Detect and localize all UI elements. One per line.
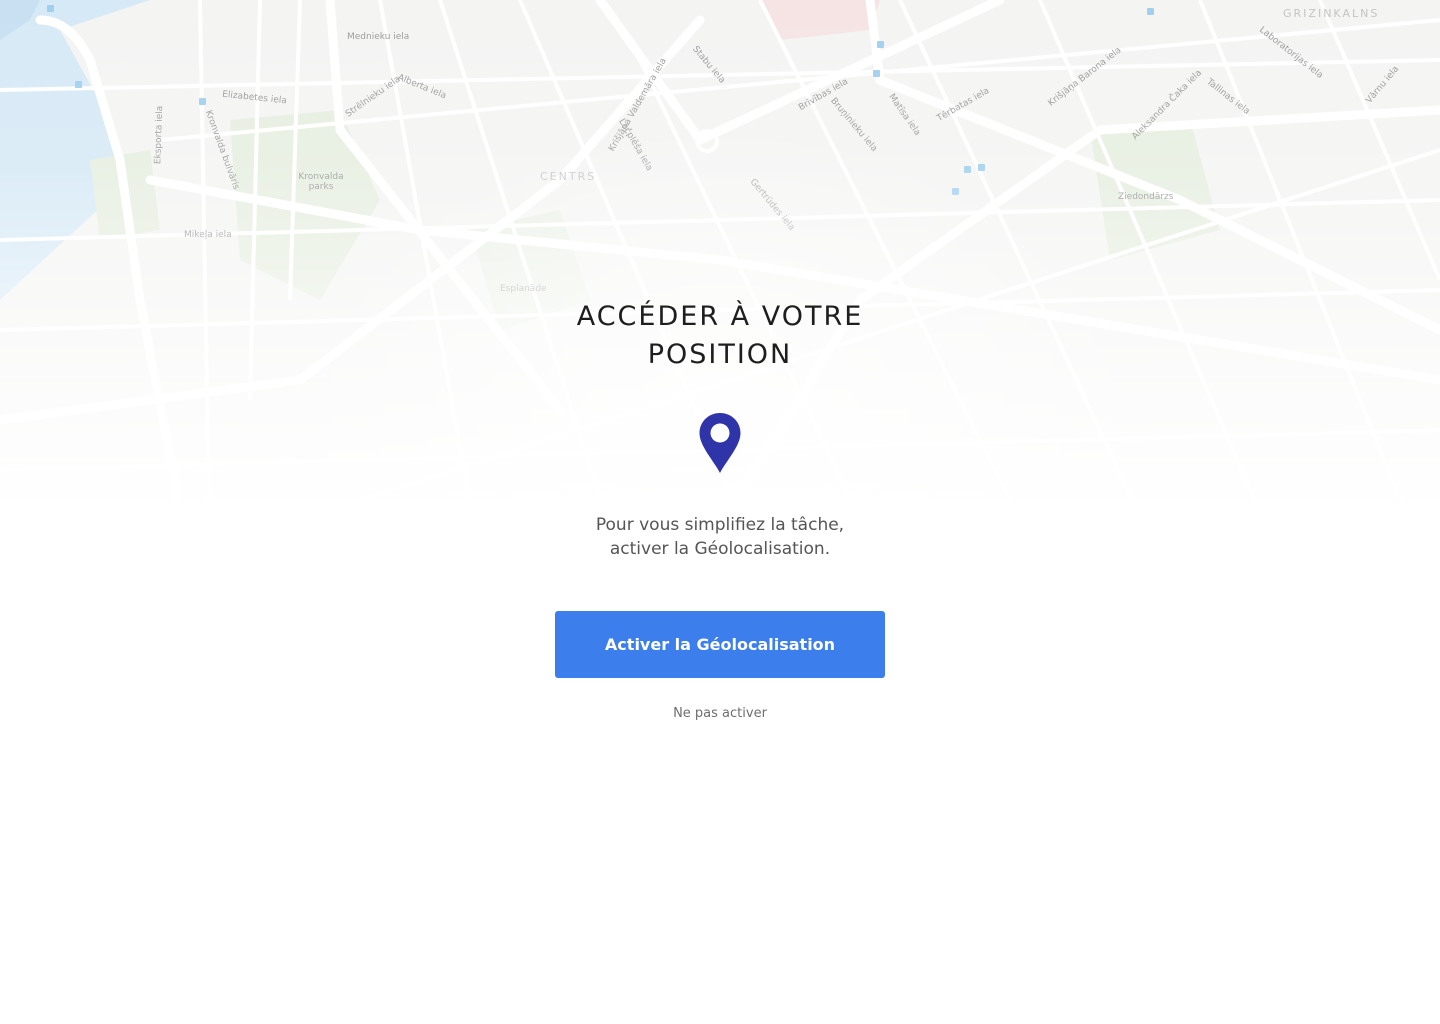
page-title-line-2: POSITION: [647, 339, 793, 370]
page-description: Pour vous simplifiez la tâche, activer l…: [520, 513, 920, 561]
geolocation-permission-page: Mednieku iela Elizabetes iela Alberta ie…: [0, 0, 1440, 1024]
page-title: ACCÉDER À VOTRE POSITION: [520, 298, 920, 374]
location-pin-icon: [698, 412, 742, 474]
skip-geolocation-link[interactable]: Ne pas activer: [620, 706, 820, 721]
geolocation-prompt: ACCÉDER À VOTRE POSITION Pour vous simpl…: [0, 0, 1440, 1024]
enable-geolocation-button[interactable]: Activer la Géolocalisation: [555, 611, 885, 678]
page-title-line-1: ACCÉDER À VOTRE: [576, 301, 864, 332]
description-line-2: activer la Géolocalisation.: [609, 539, 831, 559]
description-line-1: Pour vous simplifiez la tâche,: [595, 515, 845, 535]
